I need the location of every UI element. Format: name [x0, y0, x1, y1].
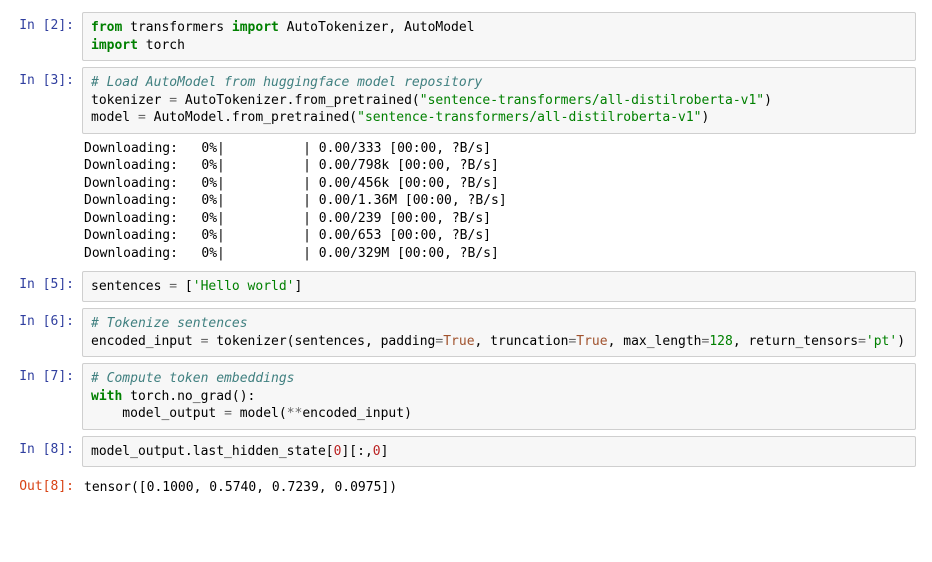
operator: =: [224, 406, 232, 421]
cell-content: # Load AutoModel from huggingface model …: [82, 67, 916, 264]
operator: =: [858, 334, 866, 349]
output-cell: Out[8]: tensor([0.1000, 0.5740, 0.7239, …: [0, 471, 932, 505]
operator: =: [138, 110, 146, 125]
code-cell: In [7]: # Compute token embeddings with …: [0, 361, 932, 432]
prompt-in: In [8]:: [0, 436, 82, 457]
string-literal: "sentence-transformers/all-distilroberta…: [357, 110, 701, 125]
cell-content: model_output.last_hidden_state[0][:,0]: [82, 436, 916, 468]
code-text: , max_length: [608, 334, 702, 349]
code-text: AutoModel.from_pretrained(: [146, 110, 357, 125]
code-input[interactable]: # Load AutoModel from huggingface model …: [82, 67, 916, 134]
comment: # Compute token embeddings: [91, 371, 295, 386]
module-name: transformers: [122, 20, 232, 35]
code-input[interactable]: sentences = ['Hello world']: [82, 271, 916, 303]
code-cell: In [3]: # Load AutoModel from huggingfac…: [0, 65, 932, 266]
download-line: Downloading: 0%| | 0.00/456k [00:00, ?B/…: [84, 176, 499, 191]
keyword-import: import: [91, 38, 138, 53]
operator: =: [169, 93, 177, 108]
code-input[interactable]: model_output.last_hidden_state[0][:,0]: [82, 436, 916, 468]
cell-content: tensor([0.1000, 0.5740, 0.7239, 0.0975]): [82, 473, 916, 503]
cell-content: # Compute token embeddings with torch.no…: [82, 363, 916, 430]
code-cell: In [5]: sentences = ['Hello world']: [0, 269, 932, 305]
code-text: [: [177, 279, 193, 294]
prompt-in: In [6]:: [0, 308, 82, 329]
string-literal: 'Hello world': [193, 279, 295, 294]
bool-literal: True: [576, 334, 607, 349]
download-line: Downloading: 0%| | 0.00/239 [00:00, ?B/s…: [84, 211, 491, 226]
code-cell: In [8]: model_output.last_hidden_state[ 0…: [0, 434, 932, 470]
prompt-in: In [2]:: [0, 12, 82, 33]
code-input[interactable]: # Compute token embeddings with torch.no…: [82, 363, 916, 430]
prompt-out: Out[8]:: [0, 473, 82, 494]
download-line: Downloading: 0%| | 0.00/653 [00:00, ?B/s…: [84, 228, 491, 243]
operator: **: [287, 406, 303, 421]
comment: # Load AutoModel from huggingface model …: [91, 75, 482, 90]
code-cell: In [2]: from transformers import AutoTok…: [0, 10, 932, 63]
string-literal: "sentence-transformers/all-distilroberta…: [420, 93, 764, 108]
code-text: torch.no_grad():: [122, 389, 255, 404]
prompt-in: In [7]:: [0, 363, 82, 384]
code-text: ): [897, 334, 905, 349]
code-text: ): [702, 110, 710, 125]
code-input[interactable]: from transformers import AutoTokenizer, …: [82, 12, 916, 61]
keyword-import: import: [232, 20, 279, 35]
int-literal: 128: [709, 334, 732, 349]
code-text: encoded_input): [302, 406, 412, 421]
download-line: Downloading: 0%| | 0.00/333 [00:00, ?B/s…: [84, 141, 491, 156]
download-line: Downloading: 0%| | 0.00/1.36M [00:00, ?B…: [84, 193, 507, 208]
code-text: ][:,: [341, 444, 372, 459]
code-text: model: [91, 110, 138, 125]
module-name: torch: [138, 38, 185, 53]
output-stream: Downloading: 0%| | 0.00/333 [00:00, ?B/s…: [82, 134, 916, 265]
cell-content: # Tokenize sentences encoded_input = tok…: [82, 308, 916, 357]
cell-content: sentences = ['Hello world']: [82, 271, 916, 303]
code-text: , truncation: [475, 334, 569, 349]
download-line: Downloading: 0%| | 0.00/329M [00:00, ?B/…: [84, 246, 499, 261]
code-text: model(: [232, 406, 287, 421]
int-literal: 0: [373, 444, 381, 459]
code-text: encoded_input: [91, 334, 201, 349]
prompt-in: In [3]:: [0, 67, 82, 88]
string-literal: 'pt': [866, 334, 897, 349]
keyword-with: with: [91, 389, 122, 404]
keyword-from: from: [91, 20, 122, 35]
code-text: tokenizer: [91, 93, 169, 108]
code-text: ]: [381, 444, 389, 459]
download-line: Downloading: 0%| | 0.00/798k [00:00, ?B/…: [84, 158, 499, 173]
bool-literal: True: [443, 334, 474, 349]
output-text: tensor([0.1000, 0.5740, 0.7239, 0.0975]): [82, 473, 916, 503]
code-input[interactable]: # Tokenize sentences encoded_input = tok…: [82, 308, 916, 357]
code-text: ): [764, 93, 772, 108]
code-text: sentences: [91, 279, 169, 294]
code-cell: In [6]: # Tokenize sentences encoded_inp…: [0, 306, 932, 359]
cell-content: from transformers import AutoTokenizer, …: [82, 12, 916, 61]
prompt-in: In [5]:: [0, 271, 82, 292]
import-names: AutoTokenizer, AutoModel: [279, 20, 475, 35]
code-text: tokenizer(sentences, padding: [208, 334, 435, 349]
code-text: model_output: [91, 406, 224, 421]
code-text: , return_tensors: [733, 334, 858, 349]
code-text: ]: [295, 279, 303, 294]
comment: # Tokenize sentences: [91, 316, 248, 331]
code-text: model_output.last_hidden_state[: [91, 444, 334, 459]
code-text: AutoTokenizer.from_pretrained(: [177, 93, 420, 108]
operator: =: [169, 279, 177, 294]
